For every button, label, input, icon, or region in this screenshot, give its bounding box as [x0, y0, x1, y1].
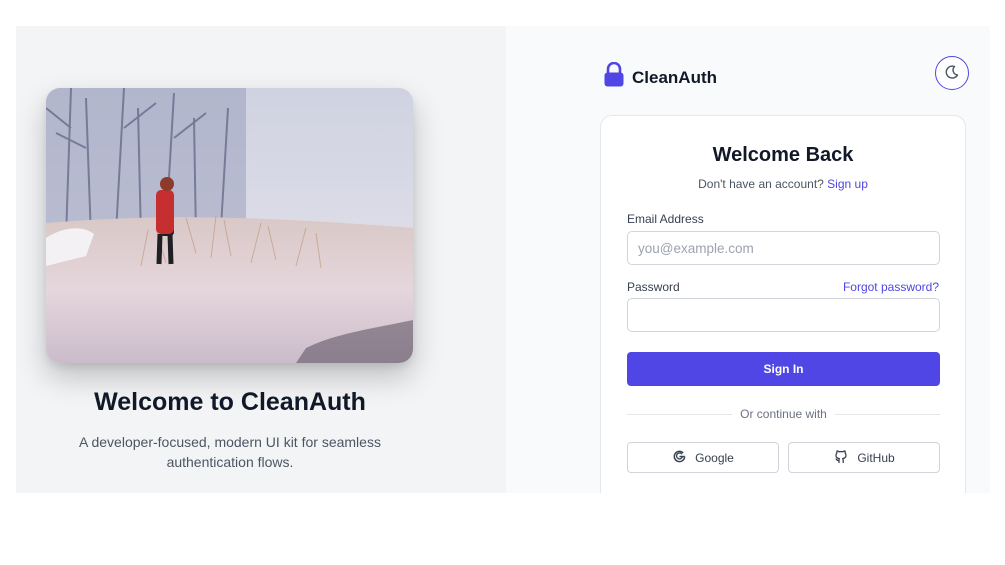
github-icon	[833, 448, 849, 467]
password-label: Password	[627, 280, 680, 294]
google-label: Google	[695, 450, 734, 465]
email-field[interactable]	[627, 231, 940, 265]
hero-panel: Welcome to CleanAuth A developer-focused…	[16, 26, 506, 493]
divider: Or continue with	[627, 406, 940, 422]
password-field[interactable]	[627, 298, 940, 332]
lock-icon	[604, 61, 624, 93]
login-panel: CleanAuth Welcome Back Don't have an acc…	[506, 26, 990, 493]
divider-text: Or continue with	[740, 407, 827, 421]
moon-icon	[944, 64, 960, 83]
brand-name: CleanAuth	[632, 67, 717, 87]
hero-image	[46, 88, 413, 363]
login-card: Welcome Back Don't have an account? Sign…	[600, 115, 966, 493]
auth-page: Welcome to CleanAuth A developer-focused…	[16, 26, 990, 493]
email-label: Email Address	[627, 212, 704, 226]
google-button[interactable]: Google	[627, 442, 779, 473]
brand: CleanAuth	[604, 61, 717, 93]
signup-prompt-row: Don't have an account? Sign up	[601, 177, 965, 191]
card-title: Welcome Back	[712, 144, 854, 166]
github-button[interactable]: GitHub	[788, 442, 940, 473]
github-label: GitHub	[857, 450, 895, 465]
hero-subtitle: A developer-focused, modern UI kit for s…	[79, 434, 381, 470]
signup-link[interactable]: Sign up	[827, 177, 868, 191]
hero-title: Welcome to CleanAuth	[94, 388, 366, 416]
signup-prompt: Don't have an account?	[698, 177, 824, 191]
forgot-password-link[interactable]: Forgot password?	[843, 280, 939, 294]
divider-line	[834, 413, 940, 415]
divider-line	[627, 413, 733, 415]
google-icon	[672, 449, 687, 467]
sign-in-button[interactable]: Sign In	[627, 352, 940, 386]
theme-toggle-button[interactable]	[935, 56, 969, 90]
